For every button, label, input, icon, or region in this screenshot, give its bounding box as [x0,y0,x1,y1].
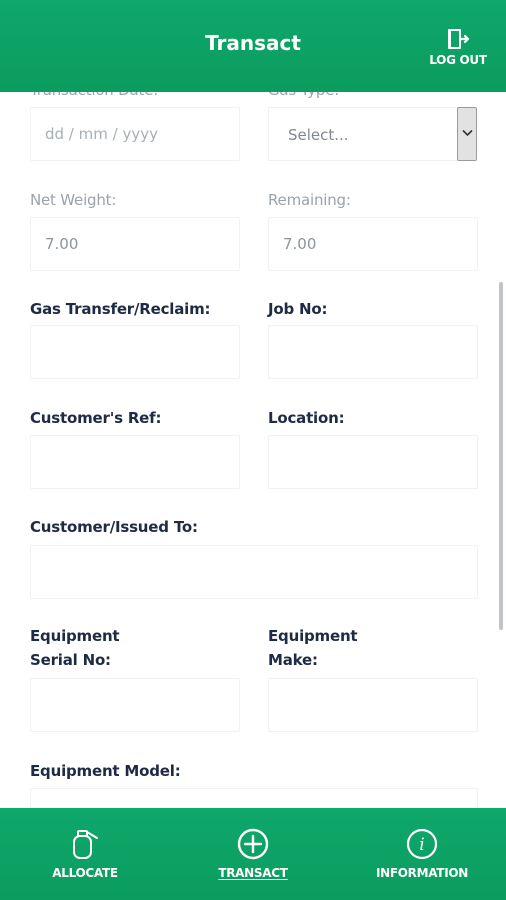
job-no-input[interactable] [268,325,478,379]
logout-label: LOG OUT [429,53,487,67]
remaining-field [268,217,478,271]
gas-type-label: Gas Type: [268,92,339,102]
net-weight-field [30,217,240,271]
job-no-label: Job No: [268,300,328,318]
equipment-model-input[interactable] [30,788,478,808]
equipment-serial-label-line1: Equipment [30,627,120,645]
net-weight-label: Net Weight: [30,191,117,209]
nav-information-label: INFORMATION [375,866,469,880]
nav-transact-label: TRANSACT [218,866,288,880]
gas-type-select[interactable]: Select... [268,107,477,161]
info-circle-icon: i [406,828,438,860]
transaction-date-input[interactable] [30,107,240,161]
nav-allocate[interactable]: ALLOCATE [15,808,155,900]
equipment-make-input[interactable] [268,678,478,732]
nav-allocate-label: ALLOCATE [52,866,118,880]
bottom-nav: ALLOCATE TRANSACT i INFORMATION [0,808,506,900]
transact-form[interactable]: Transaction Date: Gas Type: Select... Ne… [0,92,506,808]
gas-type-selected-value: Select... [288,126,349,144]
customer-issued-input[interactable] [30,545,478,599]
remaining-label: Remaining: [268,191,351,209]
logout-door-icon [448,29,470,49]
equipment-make-label-line2: Make: [268,651,318,669]
transaction-date-label: Transaction Date: [30,92,158,102]
location-label: Location: [268,409,345,427]
nav-transact[interactable]: TRANSACT [183,808,323,900]
chevron-down-icon [462,129,473,137]
nav-information[interactable]: i INFORMATION [352,808,492,900]
location-input[interactable] [268,435,478,489]
app-header: Transact LOG OUT [0,0,506,92]
gas-transfer-label: Gas Transfer/Reclaim: [30,300,211,318]
gas-cylinder-icon [73,830,98,859]
equipment-model-label: Equipment Model: [30,762,181,780]
plus-circle-icon [237,828,269,860]
logout-button[interactable]: LOG OUT [426,28,490,67]
equipment-serial-input[interactable] [30,678,240,732]
dropdown-button[interactable] [457,107,477,161]
scrollbar[interactable] [499,282,503,630]
gas-transfer-input[interactable] [30,325,240,379]
svg-text:i: i [419,835,424,855]
equipment-make-label-line1: Equipment [268,627,358,645]
customer-ref-input[interactable] [30,435,240,489]
equipment-serial-label-line2: Serial No: [30,651,111,669]
customer-issued-label: Customer/Issued To: [30,518,198,536]
customer-ref-label: Customer's Ref: [30,409,162,427]
